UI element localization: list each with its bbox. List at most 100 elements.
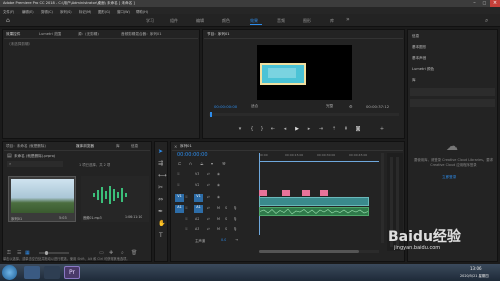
playhead-marker[interactable] (210, 112, 212, 117)
tab-project[interactable]: 项目：未命名 (就是删除) (6, 144, 46, 149)
program-video-frame[interactable] (257, 45, 352, 100)
fit-dropdown[interactable]: 适合 (251, 104, 258, 109)
menu-item-edit[interactable]: 编辑(E) (22, 9, 34, 14)
workspace-tab-graphics[interactable]: 图形 (303, 18, 311, 24)
master-volume-value[interactable]: 0.0 (221, 238, 226, 242)
workspace-tab-editing[interactable]: 编辑 (196, 18, 204, 24)
home-icon[interactable]: ⌂ (6, 17, 10, 24)
eye-icon[interactable]: ◉ (217, 183, 220, 187)
lock-icon[interactable]: ⚿ (185, 195, 188, 199)
menu-item-graphics[interactable]: 图形(G) (98, 9, 110, 14)
right-panel-item-essential-graphics[interactable]: 基本图形 (412, 45, 426, 50)
menu-item-sequence[interactable]: 序列(S) (60, 9, 72, 14)
selection-tool-icon[interactable]: ➤ (158, 148, 163, 155)
sync-lock-icon[interactable]: ⇄ (207, 227, 210, 231)
taskbar-app-explorer[interactable] (24, 266, 40, 279)
add-marker-icon[interactable]: ▾ (211, 161, 213, 166)
right-panel-item-lumetri-color[interactable]: Lumetri 颜色 (412, 67, 434, 72)
close-tab-icon[interactable]: × (174, 144, 177, 149)
menu-item-help[interactable]: 帮助(H) (136, 9, 148, 14)
tab-effect-controls[interactable]: 效果控件 (6, 32, 20, 37)
sync-lock-icon[interactable]: ⇄ (207, 183, 210, 187)
menu-item-file[interactable]: 文件(F) (3, 9, 14, 14)
mute-button[interactable]: M (217, 217, 220, 221)
play-icon[interactable]: ▶ (294, 126, 300, 132)
tab-info[interactable]: 信息 (131, 144, 138, 149)
horizontal-scrollbar-thumb[interactable] (259, 250, 359, 253)
insert-sequence-nest-icon[interactable]: ⊏ (178, 161, 181, 166)
source-patch-v1[interactable]: V1 (175, 194, 184, 202)
track-label[interactable]: A1 (194, 205, 203, 213)
linked-selection-icon[interactable]: ⟁ (200, 161, 204, 166)
program-timecode-current[interactable]: 00:00:00:00 (214, 104, 237, 109)
menu-item-clip[interactable]: 剪辑(C) (41, 9, 53, 14)
export-frame-camera-icon[interactable]: ◙ (355, 126, 361, 132)
zoom-slider[interactable] (39, 251, 69, 255)
mute-button[interactable]: M (217, 227, 220, 231)
project-search-input[interactable] (7, 161, 63, 167)
button-editor-plus-icon[interactable]: + (379, 126, 385, 132)
step-back-icon[interactable]: ◂ (282, 126, 288, 132)
minimize-icon[interactable]: – (470, 0, 479, 7)
solo-button[interactable]: S (225, 217, 227, 221)
start-button[interactable] (2, 265, 17, 280)
sign-in-link[interactable]: 立即登录 (442, 175, 456, 180)
snap-magnet-icon[interactable]: ∩ (189, 161, 192, 166)
program-scrubber[interactable] (209, 112, 399, 117)
microphone-icon[interactable]: 🎙 (233, 227, 237, 231)
tab-sequence[interactable]: 序列01 (180, 144, 192, 149)
tab-media-browser[interactable]: 媒体浏览器 (76, 144, 94, 149)
lock-icon[interactable]: ⚿ (185, 206, 188, 210)
step-forward-icon[interactable]: ▸ (306, 126, 312, 132)
mark-out-icon[interactable]: } (259, 126, 265, 132)
tab-program[interactable]: 节目：序列01 (207, 32, 230, 37)
go-to-end-icon[interactable]: ⇥ (235, 238, 238, 242)
project-item-card[interactable]: 序列01 5:03 (8, 176, 76, 222)
lock-icon[interactable]: ⚿ (185, 227, 188, 231)
go-to-out-icon[interactable]: ⇥ (318, 126, 324, 132)
tab-audio-clip-mixer[interactable]: 音频剪辑混合器：序列01 (121, 32, 162, 37)
sync-lock-icon[interactable]: ⇄ (207, 195, 210, 199)
ripple-edit-tool-icon[interactable]: ⟷ (158, 172, 167, 179)
slip-tool-icon[interactable]: ⇔ (158, 196, 163, 203)
microphone-icon[interactable]: 🎙 (233, 217, 237, 221)
hand-tool-icon[interactable]: ✋ (158, 220, 165, 227)
extract-icon[interactable]: ⇞ (343, 126, 349, 132)
video-clip[interactable] (302, 190, 310, 196)
eye-icon[interactable]: ◉ (217, 172, 220, 176)
work-area-bar[interactable] (259, 161, 379, 162)
go-to-in-icon[interactable]: ⇤ (270, 126, 276, 132)
sync-lock-icon[interactable]: ⇄ (207, 172, 210, 176)
mute-button[interactable]: M (217, 206, 220, 210)
project-item-card[interactable]: 音频01.mp3 1:06:11:10 (81, 176, 149, 222)
lock-icon[interactable]: ⚿ (177, 172, 180, 176)
library-dropdown[interactable] (410, 88, 495, 96)
taskbar-app-premiere-icon[interactable]: Pr (64, 266, 80, 279)
workspace-tab-libraries[interactable]: 库 (330, 18, 334, 24)
overflow-icon[interactable]: » (346, 16, 350, 23)
library-search-field[interactable] (410, 99, 495, 107)
right-panel-item-info[interactable]: 信息 (412, 34, 419, 39)
menu-item-window[interactable]: 窗口(W) (117, 9, 130, 14)
settings-wrench-icon[interactable]: ⚙ (349, 104, 353, 109)
eye-icon[interactable]: ◉ (217, 195, 220, 199)
search-icon[interactable]: ⌕ (485, 17, 488, 25)
timeline-settings-icon[interactable]: ⚒ (222, 161, 226, 166)
audio-clip-a1[interactable] (259, 207, 369, 216)
right-panel-item-essential-sound[interactable]: 基本声音 (412, 56, 426, 61)
track-select-tool-icon[interactable]: ⇶ (158, 160, 163, 167)
sync-lock-icon[interactable]: ⇄ (207, 206, 210, 210)
tab-source[interactable]: 源：(无剪辑) (78, 32, 99, 37)
horizontal-scrollbar[interactable] (259, 250, 379, 253)
video-clip[interactable] (282, 190, 290, 196)
add-marker-icon[interactable]: ▾ (237, 126, 243, 132)
razor-tool-icon[interactable]: ✂ (158, 184, 163, 191)
pen-tool-icon[interactable]: ✒ (158, 208, 163, 215)
timeline-ruler[interactable]: 00:00 00:00:15:00 00:00:30:00 00:00:45:0… (259, 153, 379, 161)
video-clip[interactable] (259, 190, 267, 196)
video-clip[interactable] (320, 190, 328, 196)
lift-icon[interactable]: ⇡ (331, 126, 337, 132)
workspace-tab-audio[interactable]: 音频 (277, 18, 285, 24)
mark-in-icon[interactable]: { (249, 126, 255, 132)
solo-button[interactable]: S (225, 227, 227, 231)
